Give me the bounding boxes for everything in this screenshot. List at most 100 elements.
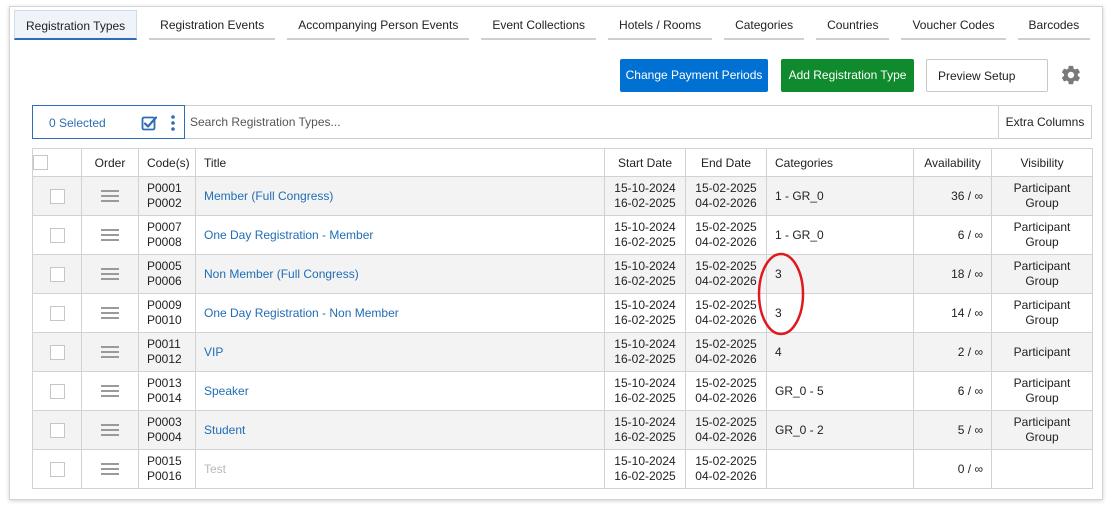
registration-type-link[interactable]: One Day Registration - Member bbox=[204, 228, 373, 242]
row-visibility: Participant Group bbox=[991, 293, 1093, 333]
row-checkbox[interactable] bbox=[49, 344, 65, 360]
registration-type-link[interactable]: Test bbox=[204, 462, 226, 476]
row-checkbox[interactable] bbox=[49, 188, 65, 204]
row-select-cell[interactable] bbox=[32, 410, 82, 450]
registration-type-link[interactable]: Non Member (Full Congress) bbox=[204, 267, 359, 281]
code-primary: P0015 bbox=[147, 454, 182, 468]
drag-handle-icon[interactable] bbox=[101, 385, 119, 398]
row-end-dates: 15-02-2025 04-02-2026 bbox=[685, 410, 767, 450]
tab-barcodes[interactable]: Barcodes bbox=[1017, 10, 1091, 40]
row-order-cell[interactable] bbox=[81, 371, 139, 411]
row-end-dates: 15-02-2025 04-02-2026 bbox=[685, 449, 767, 489]
table-row[interactable]: P0013 P0014 Speaker 15-10-2024 16-02-202… bbox=[32, 371, 1093, 411]
row-checkbox[interactable] bbox=[49, 266, 65, 282]
row-availability: 18 / ∞ bbox=[913, 254, 992, 294]
table-row[interactable]: P0001 P0002 Member (Full Congress) 15-10… bbox=[32, 176, 1093, 216]
end-date-1: 15-02-2025 bbox=[695, 376, 757, 390]
row-select-cell[interactable] bbox=[32, 332, 82, 372]
row-select-cell[interactable] bbox=[32, 449, 82, 489]
registration-types-table: Order Code(s) Title Start Date End Date … bbox=[32, 148, 1093, 489]
row-categories: GR_0 - 2 bbox=[766, 410, 914, 450]
selection-control: 0 Selected bbox=[32, 105, 185, 139]
row-order-cell[interactable] bbox=[81, 176, 139, 216]
drag-handle-icon[interactable] bbox=[101, 229, 119, 242]
drag-handle-icon[interactable] bbox=[101, 190, 119, 203]
registration-type-link[interactable]: Student bbox=[204, 423, 245, 437]
add-registration-type-button[interactable]: Add Registration Type bbox=[781, 59, 914, 92]
drag-handle-icon[interactable] bbox=[101, 346, 119, 359]
row-checkbox[interactable] bbox=[49, 305, 65, 321]
select-all-checkbox[interactable] bbox=[33, 155, 48, 171]
row-order-cell[interactable] bbox=[81, 449, 139, 489]
row-select-cell[interactable] bbox=[32, 215, 82, 255]
row-select-cell[interactable] bbox=[32, 293, 82, 333]
header-codes[interactable]: Code(s) bbox=[138, 148, 196, 177]
row-availability: 2 / ∞ bbox=[913, 332, 992, 372]
visibility-line-1: Participant bbox=[1013, 415, 1071, 429]
table-row[interactable]: P0005 P0006 Non Member (Full Congress) 1… bbox=[32, 254, 1093, 294]
row-start-dates: 15-10-2024 16-02-2025 bbox=[604, 176, 686, 216]
row-order-cell[interactable] bbox=[81, 332, 139, 372]
drag-handle-icon[interactable] bbox=[101, 307, 119, 320]
row-title-cell: Test bbox=[195, 449, 605, 489]
start-date-1: 15-10-2024 bbox=[614, 454, 676, 468]
row-select-cell[interactable] bbox=[32, 371, 82, 411]
header-title[interactable]: Title bbox=[195, 148, 605, 177]
row-order-cell[interactable] bbox=[81, 293, 139, 333]
table-row[interactable]: P0015 P0016 Test 15-10-2024 16-02-2025 1… bbox=[32, 449, 1093, 489]
code-primary: P0003 bbox=[147, 415, 182, 429]
tab-registration-events[interactable]: Registration Events bbox=[149, 10, 276, 40]
select-all-cell[interactable] bbox=[32, 148, 82, 177]
row-start-dates: 15-10-2024 16-02-2025 bbox=[604, 215, 686, 255]
preview-setup-button[interactable]: Preview Setup bbox=[926, 59, 1048, 92]
end-date-2: 04-02-2026 bbox=[695, 235, 757, 249]
tab-countries[interactable]: Countries bbox=[816, 10, 890, 40]
header-start-date[interactable]: Start Date bbox=[604, 148, 686, 177]
registration-type-link[interactable]: Member (Full Congress) bbox=[204, 189, 333, 203]
table-row[interactable]: P0003 P0004 Student 15-10-2024 16-02-202… bbox=[32, 410, 1093, 450]
header-visibility[interactable]: Visibility bbox=[991, 148, 1093, 177]
table-row[interactable]: P0007 P0008 One Day Registration - Membe… bbox=[32, 215, 1093, 255]
visibility-line-1: Participant bbox=[1013, 376, 1071, 390]
tab-event-collections[interactable]: Event Collections bbox=[481, 10, 597, 40]
tab-registration-types[interactable]: Registration Types bbox=[14, 10, 138, 40]
drag-handle-icon[interactable] bbox=[101, 424, 119, 437]
row-checkbox[interactable] bbox=[49, 227, 65, 243]
tab-voucher-codes[interactable]: Voucher Codes bbox=[901, 10, 1006, 40]
table-row[interactable]: P0011 P0012 VIP 15-10-2024 16-02-2025 15… bbox=[32, 332, 1093, 372]
row-checkbox[interactable] bbox=[49, 461, 65, 477]
drag-handle-icon[interactable] bbox=[101, 463, 119, 476]
end-date-2: 04-02-2026 bbox=[695, 352, 757, 366]
change-payment-periods-button[interactable]: Change Payment Periods bbox=[620, 59, 768, 92]
row-checkbox[interactable] bbox=[49, 422, 65, 438]
end-date-1: 15-02-2025 bbox=[695, 454, 757, 468]
table-row[interactable]: P0009 P0010 One Day Registration - Non M… bbox=[32, 293, 1093, 333]
tab-categories[interactable]: Categories bbox=[724, 10, 805, 40]
row-select-cell[interactable] bbox=[32, 254, 82, 294]
row-checkbox[interactable] bbox=[49, 383, 65, 399]
kebab-menu-icon[interactable] bbox=[169, 114, 177, 132]
extra-columns-button[interactable]: Extra Columns bbox=[998, 106, 1091, 138]
search-input[interactable] bbox=[187, 106, 999, 138]
header-end-date[interactable]: End Date bbox=[685, 148, 767, 177]
header-categories[interactable]: Categories bbox=[766, 148, 914, 177]
registration-type-link[interactable]: One Day Registration - Non Member bbox=[204, 306, 399, 320]
row-codes: P0011 P0012 bbox=[138, 332, 196, 372]
row-order-cell[interactable] bbox=[81, 215, 139, 255]
registration-type-link[interactable]: VIP bbox=[204, 345, 223, 359]
start-date-1: 15-10-2024 bbox=[614, 298, 676, 312]
row-order-cell[interactable] bbox=[81, 254, 139, 294]
gear-icon[interactable] bbox=[1060, 64, 1082, 86]
visibility-line-1: Participant bbox=[1013, 181, 1071, 195]
drag-handle-icon[interactable] bbox=[101, 268, 119, 281]
header-availability[interactable]: Availability bbox=[913, 148, 992, 177]
registration-type-link[interactable]: Speaker bbox=[204, 384, 249, 398]
tab-accompanying-person-events[interactable]: Accompanying Person Events bbox=[287, 10, 470, 40]
row-visibility: Participant Group bbox=[991, 371, 1093, 411]
row-select-cell[interactable] bbox=[32, 176, 82, 216]
checkbox-check-icon[interactable] bbox=[141, 115, 157, 131]
row-order-cell[interactable] bbox=[81, 410, 139, 450]
header-order[interactable]: Order bbox=[81, 148, 139, 177]
tab-hotels-rooms[interactable]: Hotels / Rooms bbox=[608, 10, 713, 40]
row-end-dates: 15-02-2025 04-02-2026 bbox=[685, 176, 767, 216]
